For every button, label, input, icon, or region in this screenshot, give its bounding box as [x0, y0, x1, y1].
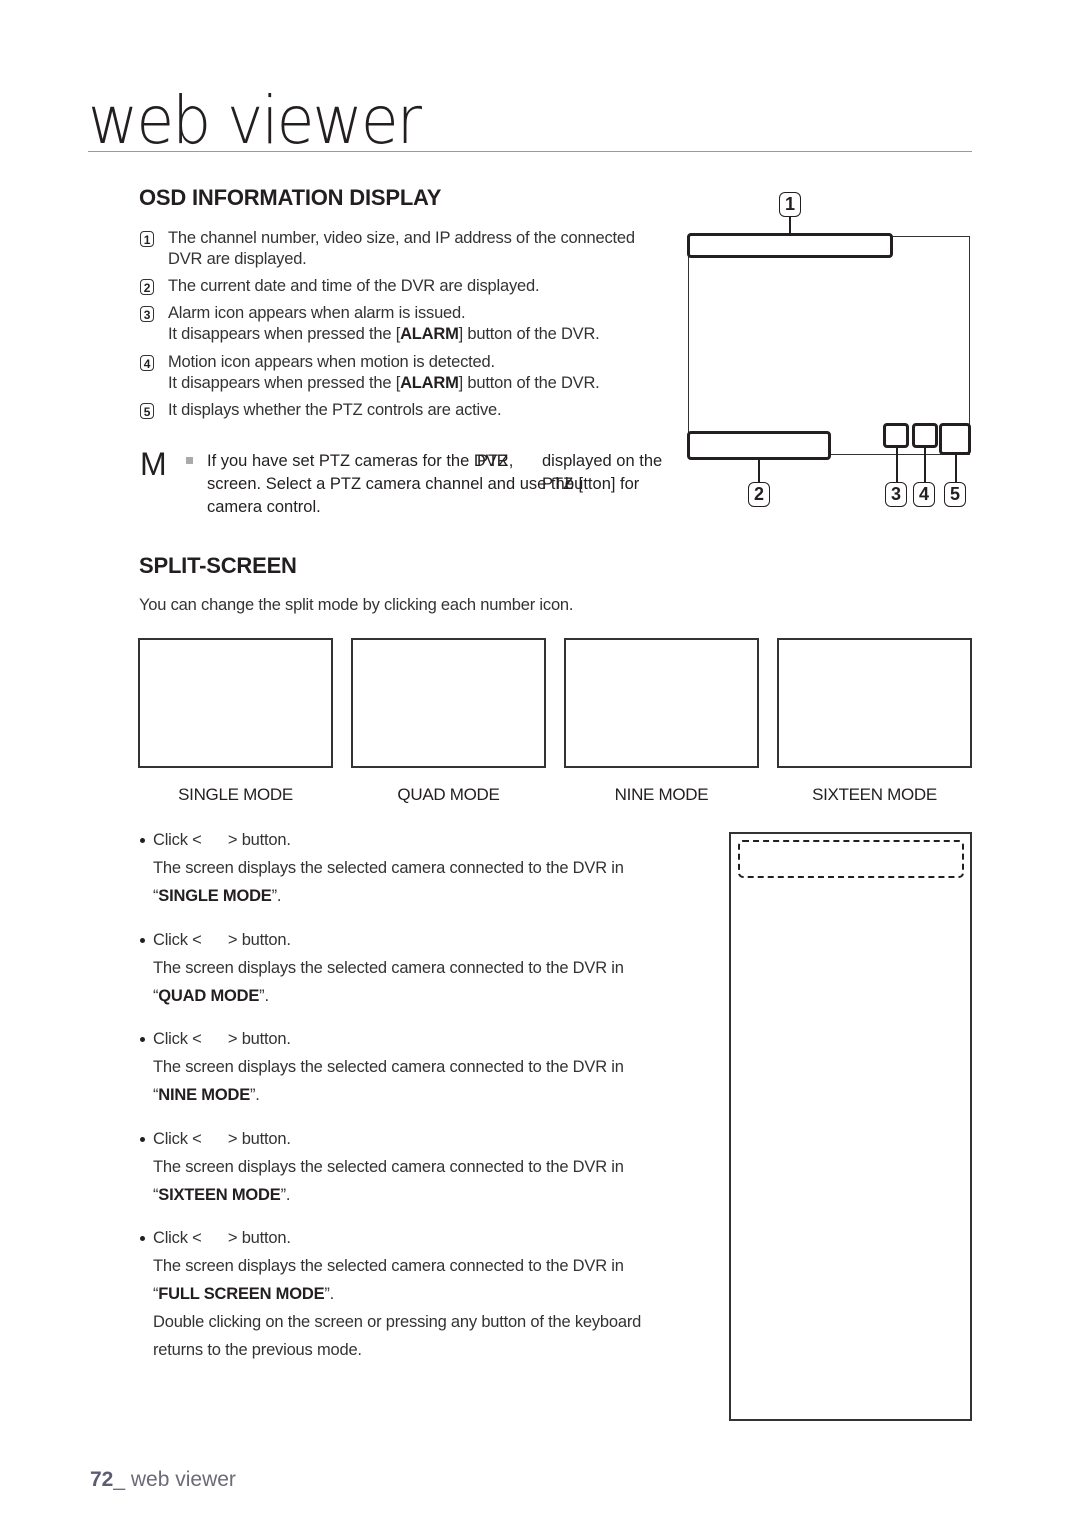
bullet-single: Click < > button. The screen displays th… [140, 826, 700, 910]
osd-item-text: It displays whether the PTZ controls are… [168, 401, 502, 419]
datetime-bar [687, 431, 831, 460]
single-mode-label: SINGLE MODE [178, 785, 293, 804]
osd-item-1: 1 The channel number, video size, and IP… [140, 228, 680, 272]
bullet-dot-icon [140, 938, 145, 943]
footer-section: web viewer [125, 1468, 236, 1491]
bullet-full-screen: Click < > button. The screen displays th… [140, 1224, 700, 1364]
callout-leader [955, 455, 957, 482]
callout-3: 3 [885, 482, 907, 507]
mode-name: FULL SCREEN MODE [158, 1285, 325, 1303]
title-divider [88, 151, 972, 152]
osd-item-text: Alarm icon appears when alarm is issued. [168, 304, 466, 322]
single-mode-image [138, 638, 333, 768]
number-badge: 5 [140, 403, 154, 419]
sixteen-mode-label: SIXTEEN MODE [812, 785, 937, 804]
bullet-dot-icon [140, 1137, 145, 1142]
note-text: If you have set PTZ cameras for the DVR,… [207, 452, 663, 516]
number-badge: 4 [140, 355, 154, 371]
bullet-sixteen: Click < > button. The screen displays th… [140, 1125, 700, 1209]
nine-mode-label: NINE MODE [614, 785, 709, 804]
ptz-icon-box [939, 423, 971, 455]
full-screen-info-bar [738, 840, 964, 878]
bullet-dot-icon [140, 838, 145, 843]
callout-5: 5 [944, 482, 966, 507]
quad-mode-label: QUAD MODE [397, 785, 500, 804]
page-footer: 72_ web viewer [90, 1468, 236, 1491]
osd-item-text: Motion icon appears when motion is detec… [168, 353, 495, 371]
split-intro: You can change the split mode by clickin… [139, 596, 574, 614]
alarm-key-label: ALARM [400, 374, 459, 392]
chapter-title: web viewer [88, 82, 422, 159]
number-badge: 2 [140, 279, 154, 295]
nine-mode-image [564, 638, 759, 768]
full-screen-image [729, 832, 972, 1421]
quad-mode-image [351, 638, 546, 768]
note-bullet-icon [186, 457, 193, 464]
osd-item-text: It disappears when pressed the [ALARM] b… [168, 374, 600, 392]
callout-leader [758, 460, 760, 482]
osd-heading: OSD INFORMATION DISPLAY [139, 185, 442, 210]
osd-item-text: The channel number, video size, and IP a… [168, 229, 635, 247]
osd-item-text: It disappears when pressed the [ALARM] b… [168, 325, 600, 343]
mode-name: NINE MODE [158, 1086, 251, 1104]
alarm-key-label: ALARM [400, 325, 459, 343]
bullet-quad: Click < > button. The screen displays th… [140, 926, 700, 1010]
page-number: 72 [90, 1468, 114, 1491]
mode-name: SIXTEEN MODE [158, 1186, 281, 1204]
callout-1: 1 [779, 192, 801, 217]
mode-name: QUAD MODE [158, 987, 260, 1005]
sixteen-mode-image [777, 638, 972, 768]
mode-name: SINGLE MODE [158, 887, 272, 905]
callout-2: 2 [748, 482, 770, 507]
callout-leader [924, 448, 926, 482]
bullet-dot-icon [140, 1037, 145, 1042]
bullet-dot-icon [140, 1236, 145, 1241]
callout-leader [896, 448, 898, 482]
osd-item-text: DVR are displayed. [168, 250, 307, 268]
osd-item-text: The current date and time of the DVR are… [168, 277, 540, 295]
callout-4: 4 [913, 482, 935, 507]
channel-info-bar [687, 233, 893, 258]
alarm-icon-box [883, 423, 909, 448]
split-heading: SPLIT-SCREEN [139, 553, 297, 578]
number-badge: 3 [140, 306, 154, 322]
bullet-nine: Click < > button. The screen displays th… [140, 1025, 700, 1109]
motion-icon-box [912, 423, 938, 448]
note-marker: M [140, 446, 167, 482]
number-badge: 1 [140, 231, 154, 247]
